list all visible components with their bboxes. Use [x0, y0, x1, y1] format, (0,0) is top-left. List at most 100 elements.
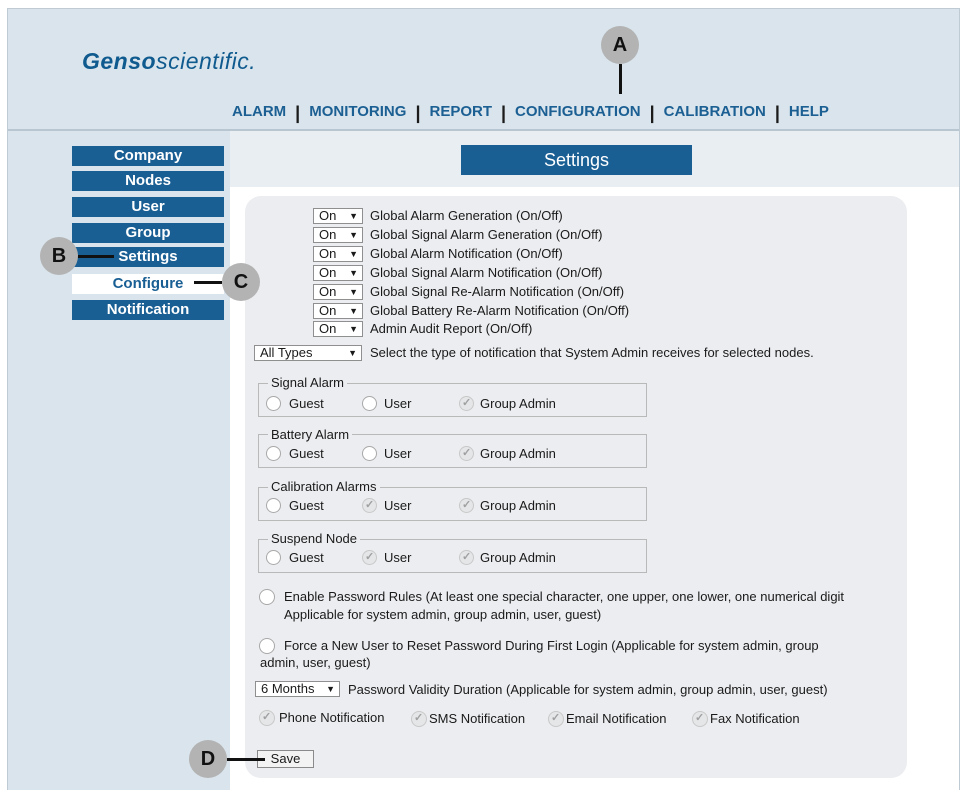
- top-nav: ALARM | MONITORING | REPORT | CONFIGURAT…: [232, 100, 829, 123]
- sidebar-item-configure[interactable]: Configure: [72, 274, 224, 294]
- option-label: User: [384, 550, 412, 565]
- option-label: Group Admin: [480, 498, 556, 513]
- select-value: On: [319, 303, 337, 318]
- group-legend: Signal Alarm: [268, 376, 347, 390]
- nav-separator: |: [649, 102, 655, 123]
- dropdown-arrow-icon: ▼: [348, 348, 357, 358]
- logo-bold: enso: [100, 48, 157, 74]
- sidebar-item-notification[interactable]: Notification: [72, 300, 224, 320]
- option-label: Group Admin: [480, 446, 556, 461]
- notification-type-select[interactable]: All Types ▼: [254, 345, 362, 361]
- calibration-alarms-user-radio[interactable]: [362, 498, 377, 513]
- dropdown-arrow-icon: ▼: [349, 287, 358, 297]
- signal-alarm-guest-radio[interactable]: [266, 396, 281, 411]
- select-value: All Types: [260, 345, 313, 360]
- select-value: On: [319, 246, 337, 261]
- admin-audit-report-select[interactable]: On ▼: [313, 321, 363, 337]
- global-signal-alarm-notification-select[interactable]: On ▼: [313, 265, 363, 281]
- sidebar-item-company[interactable]: Company: [72, 146, 224, 166]
- sms-notification-label: SMS Notification: [429, 711, 526, 726]
- battery-alarm-user-radio[interactable]: [362, 446, 377, 461]
- global-alarm-notification-label: Global Alarm Notification (On/Off): [370, 246, 563, 261]
- nav-monitoring[interactable]: MONITORING: [309, 103, 406, 120]
- global-alarm-notification-select[interactable]: On ▼: [313, 246, 363, 262]
- phone-notification-checkbox[interactable]: [259, 710, 275, 726]
- suspend-node-guest-radio[interactable]: [266, 550, 281, 565]
- nav-alarm[interactable]: ALARM: [232, 103, 286, 120]
- dropdown-arrow-icon: ▼: [349, 268, 358, 278]
- enable-password-rules-checkbox[interactable]: [259, 589, 275, 605]
- password-validity-label: Password Validity Duration (Applicable f…: [348, 682, 828, 697]
- battery-alarm-group-admin-radio[interactable]: [459, 446, 474, 461]
- battery-alarm-guest-radio[interactable]: [266, 446, 281, 461]
- global-battery-realarm-notification-label: Global Battery Re-Alarm Notification (On…: [370, 303, 630, 318]
- option-label: User: [384, 396, 412, 411]
- dropdown-arrow-icon: ▼: [349, 306, 358, 316]
- nav-help[interactable]: HELP: [789, 103, 829, 120]
- option-label: Group Admin: [480, 396, 556, 411]
- fax-notification-checkbox[interactable]: [692, 711, 708, 727]
- sidebar-item-user[interactable]: User: [72, 197, 224, 217]
- nav-separator: |: [295, 102, 301, 123]
- signal-alarm-user-radio[interactable]: [362, 396, 377, 411]
- select-value: On: [319, 321, 337, 336]
- sidebar-item-group[interactable]: Group: [72, 223, 224, 243]
- force-reset-label: Force a New User to Reset Password Durin…: [284, 638, 819, 653]
- sms-notification-checkbox[interactable]: [411, 711, 427, 727]
- suspend-node-group-admin-radio[interactable]: [459, 550, 474, 565]
- logo-g: G: [82, 48, 101, 74]
- global-signal-alarm-generation-select[interactable]: On ▼: [313, 227, 363, 243]
- nav-calibration[interactable]: CALIBRATION: [664, 103, 766, 120]
- callout-a-line: [619, 64, 622, 94]
- save-button[interactable]: Save: [257, 750, 314, 768]
- select-value: 6 Months: [261, 681, 315, 696]
- callout-c-line: [194, 281, 222, 284]
- global-battery-realarm-notification-select[interactable]: On ▼: [313, 303, 363, 319]
- dropdown-arrow-icon: ▼: [326, 684, 335, 694]
- password-rules-label-cont: Applicable for system admin, group admin…: [284, 607, 602, 622]
- nav-report[interactable]: REPORT: [429, 103, 492, 120]
- global-alarm-generation-label: Global Alarm Generation (On/Off): [370, 208, 563, 223]
- select-value: On: [319, 265, 337, 280]
- fax-notification-label: Fax Notification: [710, 711, 800, 726]
- calibration-alarms-guest-radio[interactable]: [266, 498, 281, 513]
- logo-light: scientific.: [156, 48, 257, 74]
- select-value: On: [319, 227, 337, 242]
- password-validity-select[interactable]: 6 Months ▼: [255, 681, 340, 697]
- callout-d-line: [227, 758, 265, 761]
- admin-audit-report-label: Admin Audit Report (On/Off): [370, 321, 533, 336]
- callout-a: A: [601, 26, 639, 64]
- signal-alarm-group-admin-radio[interactable]: [459, 396, 474, 411]
- global-signal-alarm-generation-label: Global Signal Alarm Generation (On/Off): [370, 227, 603, 242]
- select-value: On: [319, 208, 337, 223]
- nav-separator: |: [774, 102, 780, 123]
- global-alarm-generation-select[interactable]: On ▼: [313, 208, 363, 224]
- email-notification-label: Email Notification: [566, 711, 667, 726]
- callout-b-line: [78, 255, 114, 258]
- suspend-node-user-radio[interactable]: [362, 550, 377, 565]
- callout-c: C: [222, 263, 260, 301]
- sidebar-item-nodes[interactable]: Nodes: [72, 171, 224, 191]
- callout-b: B: [40, 237, 78, 275]
- email-notification-checkbox[interactable]: [548, 711, 564, 727]
- dropdown-arrow-icon: ▼: [349, 211, 358, 221]
- option-label: Guest: [289, 550, 324, 565]
- force-reset-label-cont: admin, user, guest): [260, 655, 371, 670]
- select-value: On: [319, 284, 337, 299]
- group-legend: Battery Alarm: [268, 428, 353, 442]
- calibration-alarms-group-admin-radio[interactable]: [459, 498, 474, 513]
- force-password-reset-checkbox[interactable]: [259, 638, 275, 654]
- option-label: User: [384, 498, 412, 513]
- group-legend: Calibration Alarms: [268, 480, 380, 494]
- option-label: Group Admin: [480, 550, 556, 565]
- nav-configuration[interactable]: CONFIGURATION: [515, 103, 641, 120]
- senso-scientific-logo: Gensoscientific.: [82, 48, 256, 75]
- nav-separator: |: [501, 102, 507, 123]
- dropdown-arrow-icon: ▼: [349, 324, 358, 334]
- dropdown-arrow-icon: ▼: [349, 230, 358, 240]
- option-label: Guest: [289, 446, 324, 461]
- global-signal-realarm-notification-select[interactable]: On ▼: [313, 284, 363, 300]
- option-label: Guest: [289, 396, 324, 411]
- page-title: Settings: [461, 145, 692, 175]
- global-signal-alarm-notification-label: Global Signal Alarm Notification (On/Off…: [370, 265, 603, 280]
